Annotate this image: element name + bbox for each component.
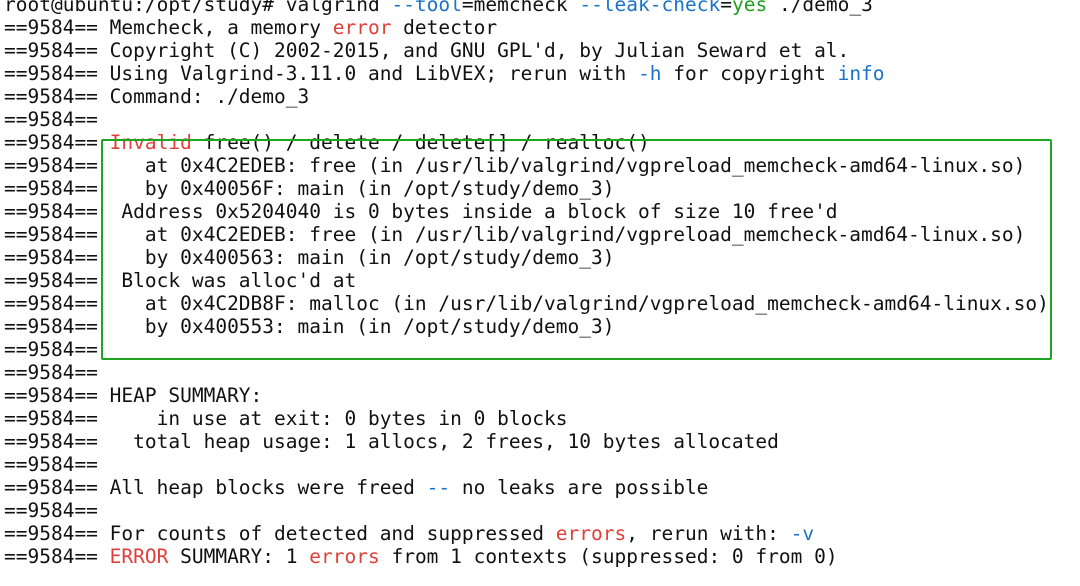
stack-text: Address 0x5204040 is 0 bytes inside a bl… (109, 200, 838, 223)
error-keyword: error (332, 16, 392, 39)
output-line: ==9584== Using Valgrind-3.11.0 and LibVE… (0, 62, 1080, 85)
output-line: ==9584== (0, 108, 1080, 131)
summary-text: SUMMARY: 1 (168, 545, 310, 568)
equals-sign: = (461, 0, 474, 16)
tool-value: memcheck (473, 0, 568, 16)
output-line: ==9584== (0, 338, 1080, 361)
pid-prefix: ==9584== (4, 131, 98, 154)
pid-prefix: ==9584== (4, 476, 98, 499)
output-line: ==9584== (0, 499, 1080, 522)
output-line: ==9584== All heap blocks were freed -- n… (0, 476, 1080, 499)
output-line: ==9584== total heap usage: 1 allocs, 2 f… (0, 430, 1080, 453)
invalid-keyword: Invalid (109, 131, 192, 154)
errors-keyword: errors (555, 522, 627, 545)
header-text: Memcheck, a memory (109, 16, 333, 39)
double-dash: -- (426, 476, 451, 499)
pid-prefix: ==9584== (4, 545, 98, 568)
heap-summary-title: HEAP SUMMARY: (109, 384, 263, 407)
pid-prefix: ==9584== (4, 384, 98, 407)
pid-prefix: ==9584== (4, 223, 98, 246)
output-line: ==9584== Copyright (C) 2002-2015, and GN… (0, 39, 1080, 62)
pid-prefix: ==9584== (4, 62, 98, 85)
freed-text: no leaks are possible (450, 476, 709, 499)
stack-text: at 0x4C2EDEB: free (in /usr/lib/valgrind… (109, 223, 1026, 246)
terminal-output[interactable]: root@ubuntu:/opt/study# valgrind --tool=… (0, 0, 1080, 568)
equals-sign: = (720, 0, 732, 16)
heap-in-use: in use at exit: 0 bytes in 0 blocks (109, 407, 568, 430)
command-text: Command: ./demo_3 (109, 85, 310, 108)
stack-text: by 0x400553: main (in /opt/study/demo_3) (109, 315, 615, 338)
pid-prefix: ==9584== (4, 453, 98, 476)
copyright-text: Copyright (C) 2002-2015, and GNU GPL'd, … (109, 39, 850, 62)
stack-line: ==9584== by 0x400553: main (in /opt/stud… (0, 315, 1080, 338)
info-keyword: info (837, 62, 885, 85)
pid-prefix: ==9584== (4, 361, 98, 384)
stack-text: at 0x4C2DB8F: malloc (in /usr/lib/valgri… (109, 292, 1049, 315)
target-binary: ./demo_3 (778, 0, 873, 16)
pid-prefix: ==9584== (4, 315, 98, 338)
stack-line: ==9584== Block was alloc'd at (0, 269, 1080, 292)
stack-line: ==9584== Address 0x5204040 is 0 bytes in… (0, 200, 1080, 223)
stack-line: ==9584== by 0x400563: main (in /opt/stud… (0, 246, 1080, 269)
freed-text: All heap blocks were freed (109, 476, 427, 499)
leak-check-value: yes (731, 0, 768, 16)
error-summary-keyword: ERROR (109, 545, 169, 568)
version-text: for copyright (661, 62, 838, 85)
stack-text: at 0x4C2EDEB: free (in /usr/lib/valgrind… (109, 154, 1026, 177)
output-line: ==9584== Command: ./demo_3 (0, 85, 1080, 108)
pid-prefix: ==9584== (4, 292, 98, 315)
command-name: valgrind (285, 0, 380, 16)
pid-prefix: ==9584== (4, 407, 98, 430)
stack-line: ==9584== at 0x4C2EDEB: free (in /usr/lib… (0, 154, 1080, 177)
pid-prefix: ==9584== (4, 16, 98, 39)
version-text: Using Valgrind-3.11.0 and LibVEX; rerun … (109, 62, 638, 85)
stack-text: by 0x400563: main (in /opt/study/demo_3) (109, 246, 615, 269)
counts-text: For counts of detected and suppressed (109, 522, 556, 545)
pid-prefix: ==9584== (4, 177, 98, 200)
stack-line: ==9584== at 0x4C2EDEB: free (in /usr/lib… (0, 223, 1080, 246)
pid-prefix: ==9584== (4, 154, 98, 177)
pid-prefix: ==9584== (4, 522, 98, 545)
output-line: ==9584== (0, 453, 1080, 476)
output-line: ==9584== ERROR SUMMARY: 1 errors from 1 … (0, 545, 1080, 568)
pid-prefix: ==9584== (4, 85, 98, 108)
pid-prefix: ==9584== (4, 200, 98, 223)
output-line: ==9584== Memcheck, a memory error detect… (0, 16, 1080, 39)
stack-text: Block was alloc'd at (109, 269, 357, 292)
prompt-path: root@ubuntu:/opt/study# (4, 0, 275, 16)
option-leak-check: --leak-check (579, 0, 721, 16)
pid-prefix: ==9584== (4, 39, 98, 62)
output-line: ==9584== (0, 361, 1080, 384)
pid-prefix: ==9584== (4, 108, 98, 131)
verbose-flag: -v (790, 522, 815, 545)
stack-text: by 0x40056F: main (in /opt/study/demo_3) (109, 177, 615, 200)
output-line: ==9584== HEAP SUMMARY: (0, 384, 1080, 407)
output-line: ==9584== in use at exit: 0 bytes in 0 bl… (0, 407, 1080, 430)
heap-total-usage: total heap usage: 1 allocs, 2 frees, 10 … (109, 430, 779, 453)
help-flag: -h (637, 62, 662, 85)
pid-prefix: ==9584== (4, 246, 98, 269)
pid-prefix: ==9584== (4, 269, 98, 292)
counts-text: , rerun with: (626, 522, 791, 545)
pid-prefix: ==9584== (4, 338, 98, 361)
output-line: ==9584== For counts of detected and supp… (0, 522, 1080, 545)
output-line: ==9584== Invalid free() / delete / delet… (0, 131, 1080, 154)
stack-line: ==9584== by 0x40056F: main (in /opt/stud… (0, 177, 1080, 200)
pid-prefix: ==9584== (4, 499, 98, 522)
header-text: detector (391, 16, 498, 39)
option-tool: --tool (391, 0, 462, 16)
invalid-title: free() / delete / delete[] / realloc() (191, 131, 650, 154)
errors-keyword: errors (309, 545, 380, 568)
command-line: root@ubuntu:/opt/study# valgrind --tool=… (0, 0, 1080, 16)
stack-line: ==9584== at 0x4C2DB8F: malloc (in /usr/l… (0, 292, 1080, 315)
summary-text: from 1 contexts (suppressed: 0 from 0) (379, 545, 838, 568)
pid-prefix: ==9584== (4, 430, 98, 453)
